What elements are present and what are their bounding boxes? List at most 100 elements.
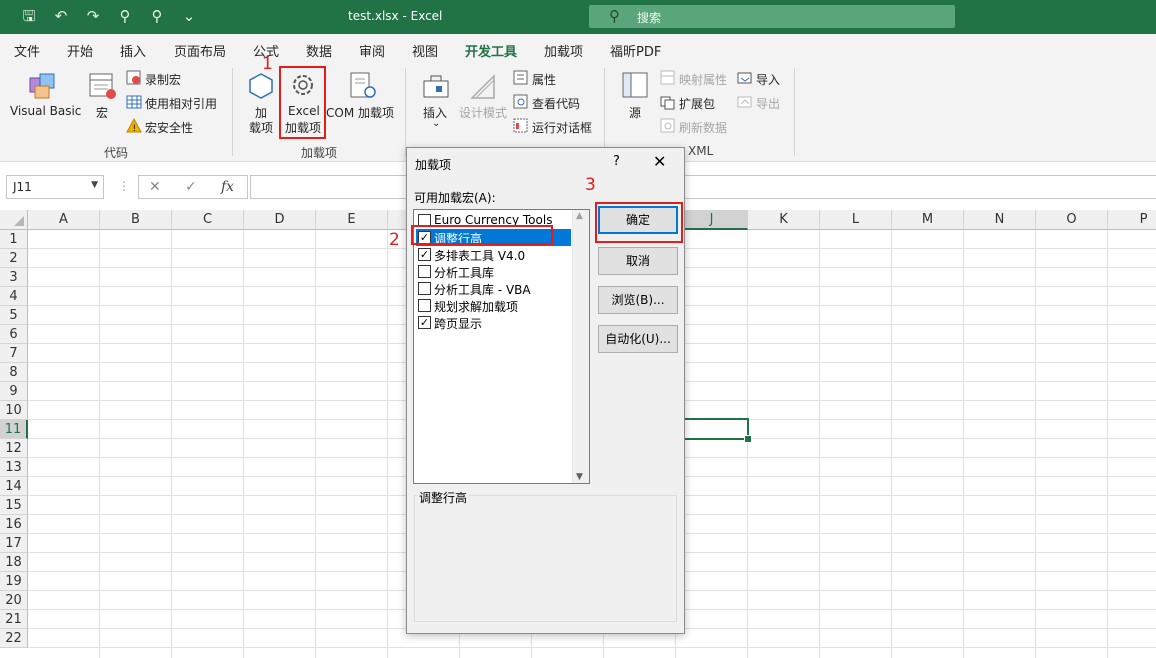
checkbox[interactable] (418, 265, 431, 278)
map-properties-button[interactable]: 映射属性 (679, 71, 727, 88)
com-addins-button[interactable]: COM 加载项 (326, 104, 394, 121)
row-header[interactable]: 3 (0, 268, 28, 287)
automation-button[interactable]: 自动化(U)... (598, 325, 678, 353)
chevron-down-icon[interactable]: ▼ (91, 180, 98, 190)
macro-security-button[interactable]: 宏安全性 (145, 119, 193, 136)
row-header[interactable]: 15 (0, 496, 28, 515)
description-title: 调整行高 (417, 489, 470, 506)
addins-listbox[interactable]: Euro Currency Tools ✓ 调整行高 ✓ 多排表工具 V4.0 … (413, 209, 590, 484)
insert-function-icon[interactable]: fx (221, 179, 234, 195)
tab-view[interactable]: 视图 (412, 41, 438, 60)
import-button[interactable]: 导入 (756, 71, 780, 88)
column-header[interactable]: B (100, 210, 172, 230)
row-header[interactable]: 12 (0, 439, 28, 458)
cancel-icon[interactable]: ✕ (149, 179, 161, 195)
row-header[interactable]: 9 (0, 382, 28, 401)
list-item[interactable]: 分析工具库 (416, 263, 571, 280)
row-header[interactable]: 13 (0, 458, 28, 477)
tab-page-layout[interactable]: 页面布局 (174, 41, 226, 60)
row-header[interactable]: 22 (0, 629, 28, 648)
list-item[interactable]: 规划求解加载项 (416, 297, 571, 314)
xml-source-button[interactable]: 源 (629, 104, 641, 121)
expansion-packs-button[interactable]: 扩展包 (679, 95, 715, 112)
list-item[interactable]: ✓ 多排表工具 V4.0 (416, 246, 571, 263)
row-header[interactable]: 4 (0, 287, 28, 306)
row-header[interactable]: 6 (0, 325, 28, 344)
tab-developer[interactable]: 开发工具 (465, 41, 518, 65)
refresh-data-button[interactable]: 刷新数据 (679, 119, 727, 136)
record-macro-button[interactable]: 录制宏 (145, 71, 181, 88)
column-header[interactable]: J (676, 210, 748, 230)
row-header[interactable]: 5 (0, 306, 28, 325)
xml-source-icon (622, 72, 648, 98)
checkbox-checked[interactable]: ✓ (418, 248, 431, 261)
column-header[interactable]: O (1036, 210, 1108, 230)
properties-button[interactable]: 属性 (532, 71, 556, 88)
select-all-button[interactable] (0, 210, 28, 230)
list-item[interactable]: ✓ 跨页显示 (416, 314, 571, 331)
tab-insert[interactable]: 插入 (120, 41, 146, 60)
row-header[interactable]: 21 (0, 610, 28, 629)
insert-dropdown-icon[interactable]: ⌄ (432, 118, 440, 129)
view-code-button[interactable]: 查看代码 (532, 95, 580, 112)
tab-home[interactable]: 开始 (67, 41, 93, 60)
row-header[interactable]: 18 (0, 553, 28, 572)
undo-icon[interactable]: ↶ (52, 7, 70, 25)
row-header[interactable]: 10 (0, 401, 28, 420)
checkbox[interactable] (418, 299, 431, 312)
cancel-button[interactable]: 取消 (598, 247, 678, 275)
active-cell[interactable] (676, 418, 752, 443)
column-header[interactable]: N (964, 210, 1036, 230)
column-header[interactable]: P (1108, 210, 1156, 230)
use-relative-references-button[interactable]: 使用相对引用 (145, 95, 217, 112)
close-icon[interactable]: ✕ (653, 152, 666, 171)
tab-review[interactable]: 审阅 (359, 41, 385, 60)
row-header[interactable]: 11 (0, 420, 28, 439)
column-header[interactable]: C (172, 210, 244, 230)
save-icon[interactable]: 🖫 (20, 7, 38, 25)
scroll-down-icon[interactable]: ▼ (576, 472, 583, 482)
column-header[interactable]: D (244, 210, 316, 230)
row-header[interactable]: 1 (0, 230, 28, 249)
design-mode-button[interactable]: 设计模式 (459, 104, 507, 121)
run-dialog-button[interactable]: 运行对话框 (532, 119, 592, 136)
column-header[interactable]: K (748, 210, 820, 230)
search-box[interactable]: ⚲ 搜索 (589, 5, 955, 28)
listbox-scrollbar[interactable]: ▲ ▼ (572, 210, 589, 483)
browse-button[interactable]: 浏览(B)... (598, 286, 678, 314)
row-header[interactable]: 20 (0, 591, 28, 610)
column-header[interactable]: M (892, 210, 964, 230)
visual-basic-button[interactable]: Visual Basic (10, 104, 81, 118)
row-header[interactable]: 7 (0, 344, 28, 363)
tab-file[interactable]: 文件 (14, 41, 40, 60)
enter-icon[interactable]: ✓ (185, 179, 197, 195)
tree-icon-2[interactable]: ⚲ (148, 7, 166, 25)
row-header[interactable]: 19 (0, 572, 28, 591)
help-icon[interactable]: ? (613, 154, 620, 169)
formula-input[interactable] (250, 175, 1156, 199)
redo-icon[interactable]: ↷ (84, 7, 102, 25)
row-header[interactable]: 8 (0, 363, 28, 382)
column-header[interactable]: L (820, 210, 892, 230)
name-box[interactable]: J11 ▼ (6, 175, 104, 199)
tree-icon[interactable]: ⚲ (116, 7, 134, 25)
tab-addins[interactable]: 加载项 (544, 41, 583, 60)
export-button[interactable]: 导出 (756, 95, 780, 112)
search-label: 搜索 (637, 11, 662, 25)
addins-button-line2[interactable]: 载项 (249, 119, 273, 136)
macros-button[interactable]: 宏 (96, 104, 108, 121)
row-header[interactable]: 14 (0, 477, 28, 496)
row-header[interactable]: 17 (0, 534, 28, 553)
customize-qat-icon[interactable]: ⌄ (180, 7, 198, 25)
list-item[interactable]: 分析工具库 - VBA (416, 280, 571, 297)
row-header[interactable]: 16 (0, 515, 28, 534)
column-header[interactable]: E (316, 210, 388, 230)
scroll-up-icon[interactable]: ▲ (576, 211, 583, 221)
tab-data[interactable]: 数据 (306, 41, 332, 60)
checkbox-checked[interactable]: ✓ (418, 316, 431, 329)
checkbox[interactable] (418, 282, 431, 295)
tab-foxit-pdf[interactable]: 福昕PDF (610, 41, 661, 60)
column-header[interactable]: A (28, 210, 100, 230)
row-header[interactable]: 2 (0, 249, 28, 268)
grid-line (963, 230, 964, 658)
